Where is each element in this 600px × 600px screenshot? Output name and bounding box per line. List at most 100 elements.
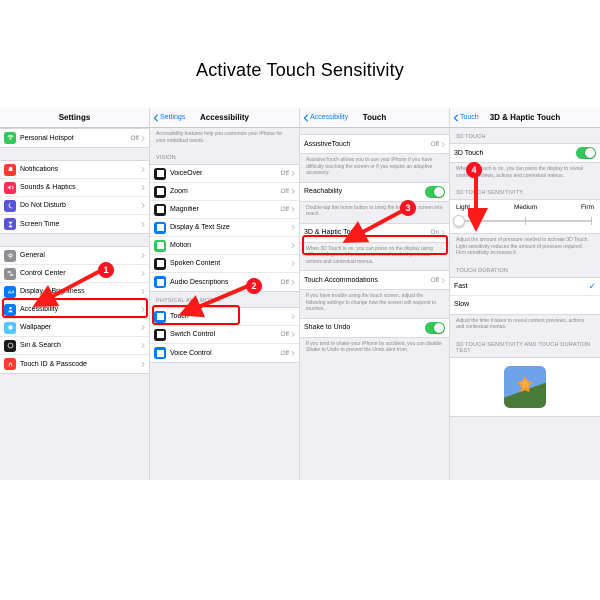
- section-header: 3D TOUCH SENSITIVITY AND TOUCH DURATION …: [450, 336, 600, 357]
- slider-knob[interactable]: [453, 215, 465, 227]
- row-label: Display & Text Size: [170, 224, 289, 231]
- chevron-right-icon: [441, 229, 445, 236]
- row-assistivetouch[interactable]: AssistiveTouch Off: [300, 135, 449, 153]
- app-icon: [154, 204, 166, 216]
- row-spoken-content[interactable]: Spoken Content: [150, 255, 299, 273]
- row-display-text-size[interactable]: Display & Text Size: [150, 219, 299, 237]
- chevron-right-icon: [141, 221, 145, 228]
- chevron-right-icon: [141, 166, 145, 173]
- back-button[interactable]: Accessibility: [303, 114, 348, 122]
- row-zoom[interactable]: ZoomOff: [150, 183, 299, 201]
- bell-icon: [4, 164, 16, 176]
- row-3d-touch-toggle[interactable]: 3D Touch: [450, 144, 600, 162]
- app-icon: [154, 311, 166, 323]
- row-general[interactable]: General: [0, 247, 149, 265]
- row-notifications[interactable]: Notifications: [0, 161, 149, 179]
- row-label: Zoom: [170, 188, 280, 195]
- chevron-right-icon: [441, 277, 445, 284]
- row-siri-search[interactable]: Siri & Search: [0, 337, 149, 355]
- section-desc: Accessibility features help you customiz…: [150, 128, 299, 149]
- row-reachability[interactable]: Reachability: [300, 183, 449, 201]
- nav-bar: Accessibility Touch: [300, 108, 449, 128]
- row-label: Do Not Disturb: [20, 202, 141, 209]
- row-screen-time[interactable]: Screen Time: [0, 215, 149, 233]
- row-voice-control[interactable]: Voice ControlOff: [150, 344, 299, 362]
- text-icon: AA: [4, 286, 16, 298]
- chevron-right-icon: [441, 141, 445, 148]
- row-value: Off: [280, 188, 289, 195]
- row-label: Notifications: [20, 166, 141, 173]
- chevron-right-icon: [291, 242, 295, 249]
- app-icon: [154, 347, 166, 359]
- row-value: Off: [280, 279, 289, 286]
- row-fast[interactable]: Fast✓: [450, 278, 600, 296]
- callout-3: 3: [400, 200, 416, 216]
- hotspot-icon: [4, 132, 16, 144]
- row-personal-hotspot[interactable]: Personal HotspotOff: [0, 129, 149, 147]
- chevron-right-icon: [291, 224, 295, 231]
- row-magnifier[interactable]: MagnifierOff: [150, 201, 299, 219]
- app-icon: [154, 329, 166, 341]
- row-label: Personal Hotspot: [20, 135, 130, 142]
- row-do-not-disturb[interactable]: Do Not Disturb: [0, 197, 149, 215]
- arrow-2: [176, 280, 254, 322]
- row-label: VoiceOver: [170, 170, 280, 177]
- row-label: Fast: [454, 283, 588, 290]
- svg-text:AA: AA: [7, 290, 13, 295]
- nav-title: 3D & Haptic Touch: [490, 113, 561, 122]
- toggle-3d-touch[interactable]: [576, 147, 596, 159]
- row-value: Off: [280, 350, 289, 357]
- row-wallpaper[interactable]: Wallpaper: [0, 319, 149, 337]
- row-label: Magnifier: [170, 206, 280, 213]
- row-value: Off: [280, 331, 289, 338]
- chevron-right-icon: [141, 306, 145, 313]
- nav-bar: Settings Accessibility: [150, 108, 299, 128]
- row-switch-control[interactable]: Switch ControlOff: [150, 326, 299, 344]
- chevron-right-icon: [291, 188, 295, 195]
- row-label: Switch Control: [170, 331, 280, 338]
- chevron-right-icon: [291, 206, 295, 213]
- chevron-right-icon: [141, 324, 145, 331]
- arrow-4: [468, 168, 508, 238]
- row-label: Spoken Content: [170, 260, 289, 267]
- toggle-shake[interactable]: [425, 322, 445, 334]
- desc: If you tend to shake your iPhone by acci…: [300, 338, 449, 359]
- arrow-3: [340, 205, 408, 247]
- row-sounds-haptics[interactable]: Sounds & Haptics: [0, 179, 149, 197]
- row-value: Off: [280, 206, 289, 213]
- finger-icon: [4, 358, 16, 370]
- row-voiceover[interactable]: VoiceOverOff: [150, 165, 299, 183]
- app-icon: [154, 222, 166, 234]
- back-button[interactable]: Touch: [453, 114, 479, 122]
- person-icon: [4, 304, 16, 316]
- row-touch-id-passcode[interactable]: Touch ID & Passcode: [0, 355, 149, 373]
- row-slow[interactable]: Slow: [450, 296, 600, 314]
- app-icon: [154, 258, 166, 270]
- chevron-right-icon: [141, 361, 145, 368]
- chevron-right-icon: [141, 288, 145, 295]
- row-label: Screen Time: [20, 221, 141, 228]
- panel-touch: Accessibility Touch AssistiveTouch Off A…: [300, 108, 450, 480]
- back-button[interactable]: Settings: [153, 114, 185, 122]
- toggle-reachability[interactable]: [425, 186, 445, 198]
- row-label: Siri & Search: [20, 342, 141, 349]
- row-shake-to-undo[interactable]: Shake to Undo: [300, 319, 449, 337]
- row-touch-accommodations[interactable]: Touch Accommodations Off: [300, 271, 449, 289]
- chevron-right-icon: [141, 252, 145, 259]
- row-value: Off: [130, 135, 139, 142]
- sound-icon: [4, 182, 16, 194]
- hourglass-icon: [4, 218, 16, 230]
- test-image[interactable]: [504, 366, 546, 408]
- chevron-right-icon: [141, 270, 145, 277]
- app-icon: [154, 186, 166, 198]
- chevron-right-icon: [291, 260, 295, 267]
- chevron-right-icon: [291, 170, 295, 177]
- row-label: Voice Control: [170, 350, 280, 357]
- row-value: Off: [280, 170, 289, 177]
- callout-2: 2: [246, 278, 262, 294]
- chevron-right-icon: [291, 313, 295, 320]
- desc: AssistiveTouch allows you to use your iP…: [300, 154, 449, 182]
- row-motion[interactable]: Motion: [150, 237, 299, 255]
- chevron-right-icon: [291, 331, 295, 338]
- row-label: Slow: [454, 301, 596, 308]
